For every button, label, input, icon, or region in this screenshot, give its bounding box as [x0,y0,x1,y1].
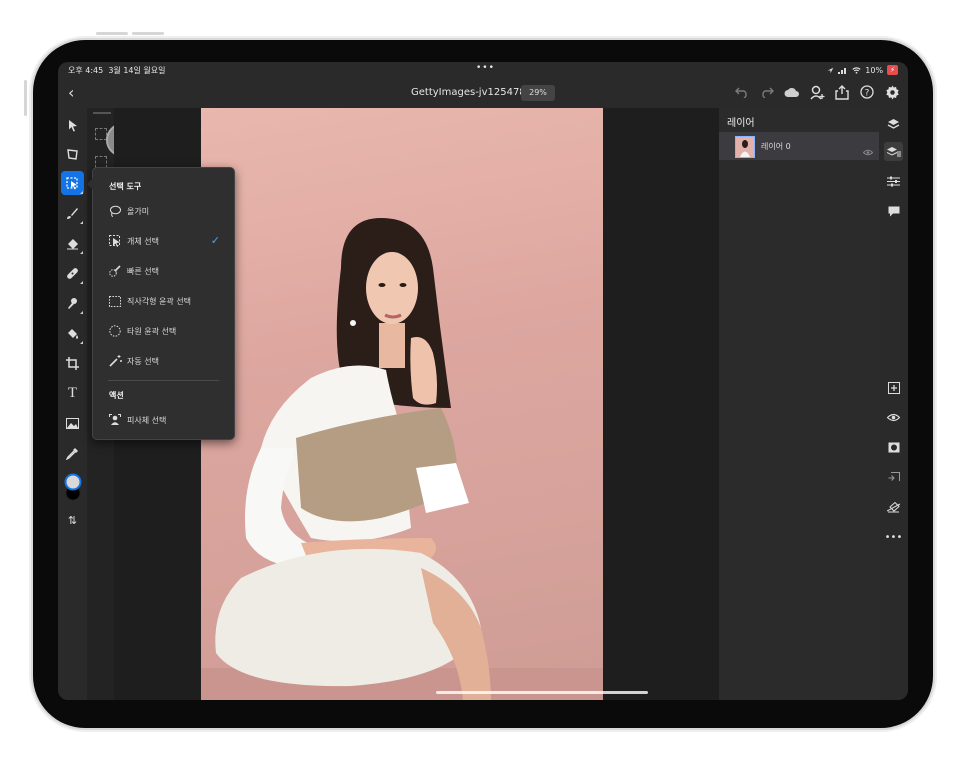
layer-name: 레이어 0 [761,142,791,151]
status-bar: 오후 4:45 3월 14일 월요일 ••• 10% ⚡ [58,62,908,78]
portrait-image [201,218,603,700]
eraser-tool-icon[interactable] [61,231,84,255]
strip-handle [93,112,111,114]
invite-user-icon[interactable] [809,84,825,100]
transform-tool-icon[interactable] [61,142,84,166]
power-button [24,80,27,116]
layers-panel: 레이어 레이어 0 [719,108,879,700]
time-label: 오후 4:45 [68,66,104,75]
layer-thumbnail [735,136,755,158]
signal-icon [838,67,847,74]
left-toolbar: T ⇅ [58,108,87,700]
undo-icon[interactable] [734,84,750,100]
type-glyph: T [67,384,78,401]
magic-wand-icon [108,354,122,368]
tool-corner-indicator [80,221,83,224]
layer-properties-icon[interactable] [884,142,903,161]
status-right: 10% ⚡ [827,65,898,75]
layers-icon[interactable] [884,114,903,133]
ellipse-marquee-icon [108,324,122,338]
flyout-header: 선택 도구 [109,182,142,191]
cloud-icon[interactable] [784,84,800,100]
share-icon[interactable] [834,84,850,100]
flyout-action-label: 피사체 선택 [127,416,167,425]
move-tool-icon[interactable] [61,113,84,137]
tool-corner-indicator [80,341,83,344]
selected-checkmark-icon: ✓ [210,234,220,247]
zoom-level-badge[interactable]: 29% [521,85,555,101]
svg-text:?: ? [865,89,870,99]
flyout-item-lasso[interactable]: 올가미 [93,200,232,222]
tool-corner-indicator [80,281,83,284]
flyout-item-magic-wand[interactable]: 자동 선택 [93,350,232,372]
lasso-icon [108,204,122,218]
flyout-item-label: 자동 선택 [127,357,159,366]
right-toolbar: ••• [879,108,908,700]
flyout-item-object-select[interactable]: 개체 선택 ✓ [93,230,232,252]
object-select-icon [108,234,122,248]
layer-visibility-eye-icon[interactable] [862,141,874,160]
healing-tool-icon[interactable] [61,261,84,285]
layers-panel-title: 레이어 [727,118,755,129]
battery-percent: 10% [865,65,884,75]
volume-down-button [132,32,164,35]
brush-tool-icon[interactable] [61,201,84,225]
flyout-item-label: 개체 선택 [127,237,159,246]
battery-icon: ⚡ [887,65,898,75]
quick-select-icon [108,264,122,278]
eyedropper-tool-icon[interactable] [61,441,84,465]
color-swatch[interactable] [61,470,84,504]
add-layer-icon[interactable] [884,378,903,397]
visibility-eye-icon[interactable] [884,408,903,427]
flyout-actions-header: 액션 [109,391,124,400]
more-glyph: ••• [884,532,903,543]
swap-glyph: ⇅ [67,513,78,527]
flyout-item-ellipse-marquee[interactable]: 타원 윤곽 선택 [93,320,232,342]
fill-tool-icon[interactable] [61,321,84,345]
flyout-action-select-subject[interactable]: 피사체 선택 [93,409,232,431]
status-time: 오후 4:45 3월 14일 월요일 [68,65,165,76]
settings-gear-icon[interactable] [884,84,900,100]
home-indicator [436,691,648,694]
back-chevron-icon[interactable]: ‹ [68,83,74,102]
eraser-clear-icon[interactable] [884,498,903,517]
type-tool-icon[interactable]: T [61,381,84,405]
place-image-tool-icon[interactable] [61,411,84,435]
select-subject-icon [108,413,122,427]
help-icon[interactable]: ? [859,84,875,100]
top-icons: ? [734,84,900,100]
flyout-item-rect-marquee[interactable]: 직사각형 윤곽 선택 [93,290,232,312]
adjustments-icon[interactable] [884,172,903,191]
date-label: 3월 14일 월요일 [108,66,166,75]
flyout-item-label: 타원 윤곽 선택 [127,327,177,336]
tool-corner-indicator [80,311,83,314]
flyout-item-label: 올가미 [127,207,150,216]
crop-tool-icon[interactable] [61,351,84,375]
top-bar: ‹ GettyImages-jv12547822 29% ? [58,78,908,108]
wifi-icon [852,66,861,74]
flyout-item-label: 직사각형 윤곽 선택 [127,297,191,306]
tool-corner-indicator [80,191,83,194]
rect-marquee-icon [108,294,122,308]
swap-colors-icon[interactable]: ⇅ [61,508,84,532]
layer-mask-icon[interactable] [884,438,903,457]
flyout-pointer [87,178,93,190]
volume-up-button [96,32,128,35]
document-image[interactable] [201,108,603,700]
multitask-dots[interactable]: ••• [476,63,495,73]
document-title[interactable]: GettyImages-jv12547822 [411,87,538,98]
redo-icon[interactable] [759,84,775,100]
comments-icon[interactable] [884,202,903,221]
more-options-icon[interactable]: ••• [884,528,903,547]
flyout-divider [108,380,219,381]
clone-stamp-tool-icon[interactable] [61,291,84,315]
flyout-item-quick-select[interactable]: 빠른 선택 [93,260,232,282]
location-icon [827,67,834,73]
import-layer-icon[interactable] [884,468,903,487]
flyout-item-label: 빠른 선택 [127,267,159,276]
selection-tools-flyout: 선택 도구 올가미 개체 선택 ✓ 빠른 선택 직사각형 윤곽 선택 타원 윤곽… [92,167,235,440]
select-tool-icon[interactable] [61,171,84,195]
layer-row[interactable]: 레이어 0 [719,132,879,160]
tool-corner-indicator [80,251,83,254]
